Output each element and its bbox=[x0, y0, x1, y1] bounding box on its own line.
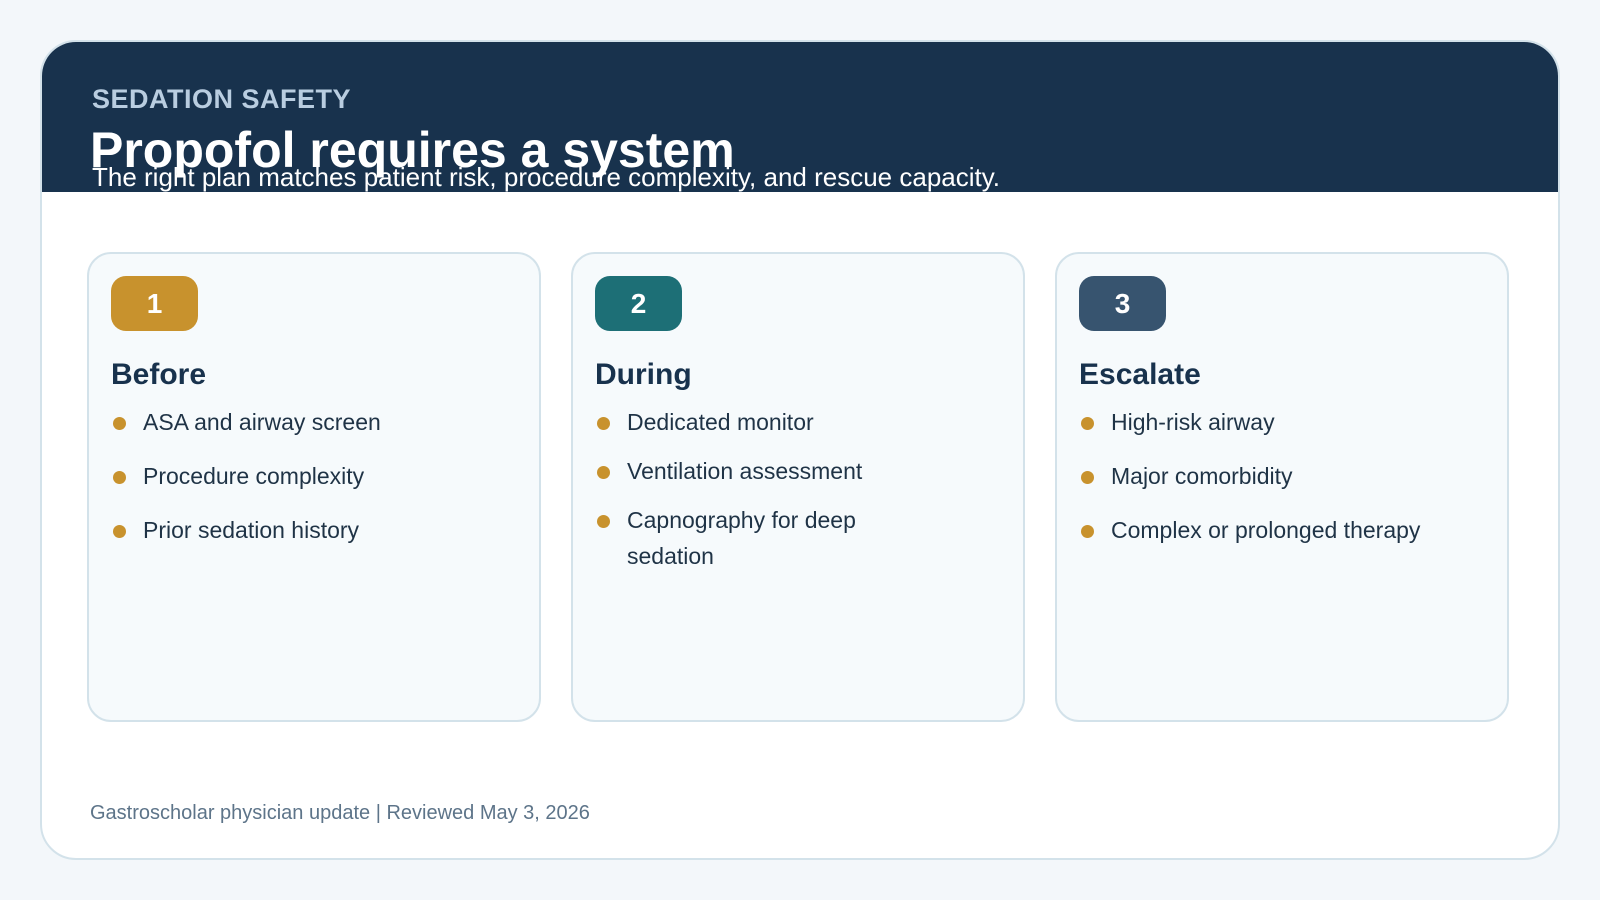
list-item: Dedicated monitor bbox=[595, 404, 885, 440]
bullet-icon bbox=[113, 417, 126, 430]
list-item-text: Ventilation assessment bbox=[627, 458, 863, 484]
list-item-text: Major comorbidity bbox=[1111, 463, 1293, 489]
card-title: Escalate bbox=[1079, 358, 1201, 391]
list-item-text: Procedure complexity bbox=[143, 463, 365, 489]
list-item: Prior sedation history bbox=[111, 512, 511, 548]
list-item: Ventilation assessment bbox=[595, 453, 885, 489]
step-badge: 3 bbox=[1079, 276, 1166, 331]
bullet-icon bbox=[597, 417, 610, 430]
card-title: Before bbox=[111, 358, 207, 391]
step-badge: 2 bbox=[595, 276, 682, 331]
bullet-icon bbox=[1081, 471, 1094, 484]
bullet-icon bbox=[113, 525, 126, 538]
step-badge: 1 bbox=[111, 276, 198, 331]
bullet-icon bbox=[597, 466, 610, 479]
bullet-icon bbox=[1081, 525, 1094, 538]
list-item: High-risk airway bbox=[1079, 404, 1479, 440]
bullet-icon bbox=[1081, 417, 1094, 430]
list-item-text: Prior sedation history bbox=[143, 517, 360, 543]
list-item: Major comorbidity bbox=[1079, 458, 1479, 494]
bullet-icon bbox=[597, 515, 610, 528]
card-during: 2 During Dedicated monitor Ventilation a… bbox=[571, 252, 1025, 722]
card-title: During bbox=[595, 358, 692, 391]
list-item-text: High-risk airway bbox=[1111, 409, 1275, 435]
list-item: Capnography for deep sedation bbox=[595, 502, 885, 574]
card-before: 1 Before ASA and airway screen Procedure… bbox=[87, 252, 541, 722]
list-item-text: Dedicated monitor bbox=[627, 409, 814, 435]
list-item: ASA and airway screen bbox=[111, 404, 511, 440]
card-escalate: 3 Escalate High-risk airway Major comorb… bbox=[1055, 252, 1509, 722]
list-item: Complex or prolonged therapy bbox=[1079, 512, 1479, 548]
card-list: Dedicated monitor Ventilation assessment… bbox=[595, 404, 885, 574]
bullet-icon bbox=[113, 471, 126, 484]
card-list: High-risk airway Major comorbidity Compl… bbox=[1079, 404, 1479, 548]
list-item-text: ASA and airway screen bbox=[143, 409, 381, 435]
list-item-text: Complex or prolonged therapy bbox=[1111, 517, 1421, 543]
page-subtitle: The right plan matches patient risk, pro… bbox=[92, 162, 1001, 192]
slide: SEDATION SAFETY Propofol requires a syst… bbox=[40, 40, 1560, 860]
list-item-text: Capnography for deep sedation bbox=[627, 507, 856, 569]
card-list: ASA and airway screen Procedure complexi… bbox=[111, 404, 511, 548]
footer-note: Gastroscholar physician update | Reviewe… bbox=[90, 802, 590, 824]
eyebrow-label: SEDATION SAFETY bbox=[92, 84, 352, 114]
list-item: Procedure complexity bbox=[111, 458, 511, 494]
